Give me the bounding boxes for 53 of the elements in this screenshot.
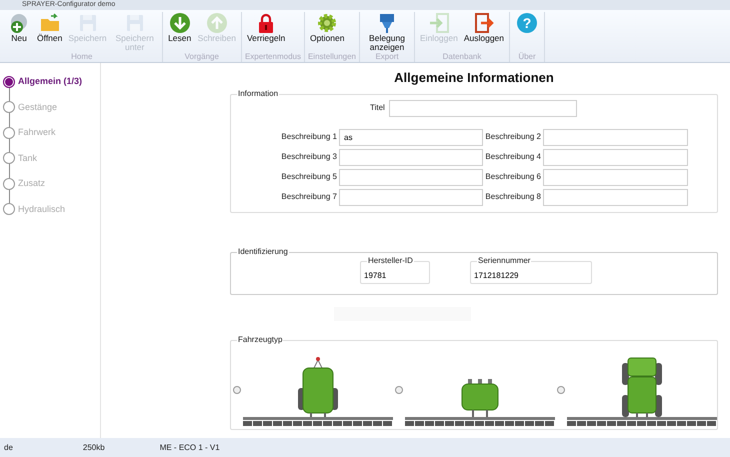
group-label: Einstellungen bbox=[308, 52, 356, 62]
status-text: de bbox=[4, 442, 13, 454]
panel-legend: Information bbox=[237, 88, 280, 98]
input-field[interactable] bbox=[543, 148, 688, 166]
input-field[interactable] bbox=[339, 188, 483, 206]
panel-legend: Identifizierung bbox=[237, 246, 289, 256]
toolbar-button[interactable]: Neu bbox=[5, 12, 33, 52]
input-field[interactable] bbox=[543, 128, 688, 146]
group-label: Home bbox=[70, 52, 94, 62]
field-label: Beschreibung 7 bbox=[280, 191, 337, 203]
group-label: Datenbank bbox=[442, 52, 482, 62]
field-label: Titel bbox=[370, 102, 385, 114]
folder-icon bbox=[38, 12, 61, 34]
self-propelled-sprayer-drawing bbox=[622, 358, 662, 419]
page-heading: Allgemeine Informationen bbox=[393, 69, 555, 87]
toolbar-button[interactable]: Lesen bbox=[166, 12, 194, 52]
help-icon: ? bbox=[516, 12, 538, 34]
field-label: Hersteller-ID bbox=[367, 256, 414, 266]
toolbar-button[interactable]: Belegung anzeigen bbox=[363, 12, 412, 52]
logout-icon bbox=[472, 12, 495, 34]
field-label: Beschreibung 3 bbox=[280, 151, 337, 163]
input-field[interactable] bbox=[339, 148, 483, 166]
field-label: Beschreibung 8 bbox=[485, 191, 541, 203]
group-label: Export bbox=[374, 52, 400, 62]
input-field[interactable]: as bbox=[339, 128, 483, 146]
gear-icon bbox=[316, 12, 338, 34]
field-label: Seriennummer bbox=[477, 256, 532, 266]
wizard-step[interactable]: Allgemein (1/3) bbox=[3, 69, 100, 94]
group-label: Über bbox=[517, 52, 537, 62]
trailed-sprayer-drawing bbox=[298, 357, 338, 419]
input-field[interactable] bbox=[543, 168, 688, 186]
group-label: Expertenmodus bbox=[244, 52, 301, 62]
status-text: 250kb bbox=[82, 442, 105, 454]
input-field[interactable] bbox=[339, 168, 483, 186]
group-label: Vorgänge bbox=[184, 52, 220, 62]
radio-button[interactable] bbox=[395, 386, 403, 394]
field-label: Beschreibung 5 bbox=[280, 171, 337, 183]
radio-button[interactable] bbox=[557, 386, 565, 394]
toolbar-button[interactable]: Ausloggen bbox=[462, 12, 506, 52]
panel-legend: Fahrzeugtyp bbox=[237, 335, 284, 345]
input-field[interactable] bbox=[543, 188, 688, 206]
radio-button[interactable] bbox=[233, 386, 241, 394]
field-label: Beschreibung 6 bbox=[485, 171, 541, 183]
field-label: Beschreibung 2 bbox=[485, 131, 541, 143]
input-field[interactable] bbox=[388, 100, 577, 116]
field-label: Beschreibung 4 bbox=[485, 151, 541, 163]
toolbar-button[interactable]: Verriegeln bbox=[244, 12, 288, 52]
toolbar-button[interactable]: Öffnen bbox=[35, 12, 64, 52]
login-icon bbox=[428, 12, 450, 34]
mounted-sprayer-drawing bbox=[462, 379, 498, 419]
status-text: ME - ECO 1 - V1 bbox=[160, 442, 220, 454]
field-label: Beschreibung 1 bbox=[280, 131, 337, 143]
toolbar-button[interactable]: Optionen bbox=[308, 12, 346, 52]
